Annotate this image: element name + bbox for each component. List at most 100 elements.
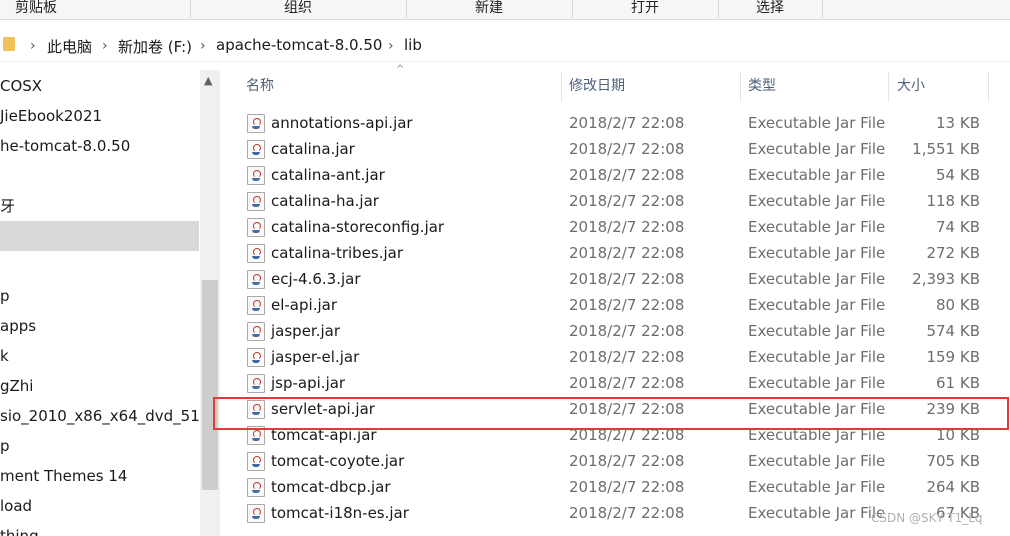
file-name: tomcat-coyote.jar [271,452,405,470]
file-size: 705 KB [926,452,980,470]
address-bar[interactable]: › 此电脑 › 新加卷 (F:) › apache-tomcat-8.0.50 … [0,28,1010,62]
file-type: Executable Jar File [748,348,886,366]
breadcrumb-this-pc[interactable]: 此电脑 [47,36,92,57]
jar-file-icon [247,426,265,445]
file-type: Executable Jar File [748,504,886,522]
file-row[interactable]: el-api.jar 2018/2/7 22:08 Executable Jar F… [228,292,1010,318]
nav-item[interactable]: p [0,281,199,311]
nav-item[interactable]: sio_2010_x86_x64_dvd_5163 [0,401,199,431]
nav-item[interactable]: apps [0,311,199,341]
nav-scrollbar[interactable]: ▲ [200,70,220,536]
file-date: 2018/2/7 22:08 [569,504,685,522]
column-divider[interactable] [888,72,889,102]
column-divider[interactable] [561,72,562,102]
file-row[interactable]: catalina-storeconfig.jar 2018/2/7 22:08 Ex… [228,214,1010,240]
file-row[interactable]: catalina.jar 2018/2/7 22:08 Executable Jar… [228,136,1010,162]
jar-file-icon [247,218,265,237]
file-size: 239 KB [926,400,980,418]
file-size: 1,551 KB [912,140,980,158]
file-row-servlet-api[interactable]: servlet-api.jar 2018/2/7 22:08 Executable … [228,396,1010,422]
file-date: 2018/2/7 22:08 [569,452,685,470]
file-date: 2018/2/7 22:08 [569,244,685,262]
file-date: 2018/2/7 22:08 [569,374,685,392]
file-type: Executable Jar File [748,114,886,132]
file-row[interactable]: annotations-api.jar 2018/2/7 22:08 Executa… [228,110,1010,136]
file-name: catalina-ha.jar [271,192,379,210]
file-row[interactable]: catalina-tribes.jar 2018/2/7 22:08 Executa… [228,240,1010,266]
file-name: ecj-4.6.3.jar [271,270,361,288]
scrollbar-thumb[interactable] [202,280,218,490]
nav-item[interactable]: gZhi [0,371,199,401]
ribbon-divider [822,0,823,18]
nav-item[interactable]: 牙 [0,191,199,221]
nav-item[interactable] [0,161,199,191]
nav-item-selected[interactable] [0,221,199,251]
jar-file-icon [247,452,265,471]
file-name: catalina-tribes.jar [271,244,404,262]
file-row[interactable]: jasper.jar 2018/2/7 22:08 Executable Jar F… [228,318,1010,344]
column-divider[interactable] [988,72,989,102]
file-date: 2018/2/7 22:08 [569,296,685,314]
column-header-size[interactable]: 大小 [897,68,925,104]
ribbon-group-organize: 组织 [284,0,312,16]
file-date: 2018/2/7 22:08 [569,114,685,132]
file-size: 54 KB [936,166,980,184]
ribbon-group-open: 打开 [631,0,659,16]
jar-file-icon [247,504,265,523]
file-size: 272 KB [926,244,980,262]
ribbon-group-select: 选择 [756,0,784,16]
nav-item[interactable] [0,251,199,281]
nav-item[interactable]: he-tomcat-8.0.50 [0,131,199,161]
file-name: catalina-storeconfig.jar [271,218,445,236]
nav-item[interactable]: thing [0,521,199,536]
jar-file-icon [247,322,265,341]
ribbon-group-clipboard: 剪贴板 [15,0,57,16]
column-header-type[interactable]: 类型 [748,68,776,104]
file-row[interactable]: tomcat-dbcp.jar 2018/2/7 22:08 Executable … [228,474,1010,500]
file-row[interactable]: tomcat-coyote.jar 2018/2/7 22:08 Executabl… [228,448,1010,474]
jar-file-icon [247,270,265,289]
breadcrumb-drive[interactable]: 新加卷 (F:) [118,36,192,57]
nav-item[interactable]: load [0,491,199,521]
column-divider[interactable] [740,72,741,102]
chevron-right-icon[interactable]: › [200,38,206,54]
jar-file-icon [247,140,265,159]
file-row[interactable]: tomcat-api.jar 2018/2/7 22:08 Executable J… [228,422,1010,448]
file-row[interactable]: catalina-ha.jar 2018/2/7 22:08 Executable … [228,188,1010,214]
chevron-right-icon[interactable]: › [388,38,394,54]
file-row[interactable]: catalina-ant.jar 2018/2/7 22:08 Executable… [228,162,1010,188]
file-type: Executable Jar File [748,478,886,496]
file-row[interactable]: ecj-4.6.3.jar 2018/2/7 22:08 Executable Ja… [228,266,1010,292]
breadcrumb-tomcat-folder[interactable]: apache-tomcat-8.0.50 [216,36,382,54]
ribbon-group-labels: 剪贴板 组织 新建 打开 选择 [0,0,1010,20]
jar-file-icon [247,478,265,497]
file-name: tomcat-dbcp.jar [271,478,391,496]
file-size: 74 KB [936,218,980,236]
file-name: tomcat-api.jar [271,426,377,444]
column-header-date[interactable]: 修改日期 [569,68,625,104]
file-date: 2018/2/7 22:08 [569,192,685,210]
file-type: Executable Jar File [748,452,886,470]
file-list: ^ 名称 修改日期 类型 大小 annotations-api.jar 2018/… [228,62,1010,536]
file-date: 2018/2/7 22:08 [569,400,685,418]
file-size: 159 KB [926,348,980,366]
file-size: 13 KB [936,114,980,132]
file-type: Executable Jar File [748,218,886,236]
watermark: CSDN @SKY T1_Lq [871,511,983,525]
file-date: 2018/2/7 22:08 [569,322,685,340]
scroll-up-arrow-icon[interactable]: ▲ [204,74,212,87]
chevron-right-icon[interactable]: › [102,38,108,54]
file-row[interactable]: jsp-api.jar 2018/2/7 22:08 Executable Jar … [228,370,1010,396]
file-size: 574 KB [926,322,980,340]
nav-item[interactable]: p [0,431,199,461]
file-type: Executable Jar File [748,244,886,262]
jar-file-icon [247,192,265,211]
nav-item[interactable]: COSX [0,71,199,101]
nav-item[interactable]: ment Themes 14 [0,461,199,491]
file-row[interactable]: jasper-el.jar 2018/2/7 22:08 Executable Ja… [228,344,1010,370]
jar-file-icon [247,166,265,185]
nav-item[interactable]: JieEbook2021 [0,101,199,131]
nav-item[interactable]: k [0,341,199,371]
column-header-name[interactable]: 名称 [246,68,274,104]
breadcrumb-lib[interactable]: lib [404,36,422,54]
